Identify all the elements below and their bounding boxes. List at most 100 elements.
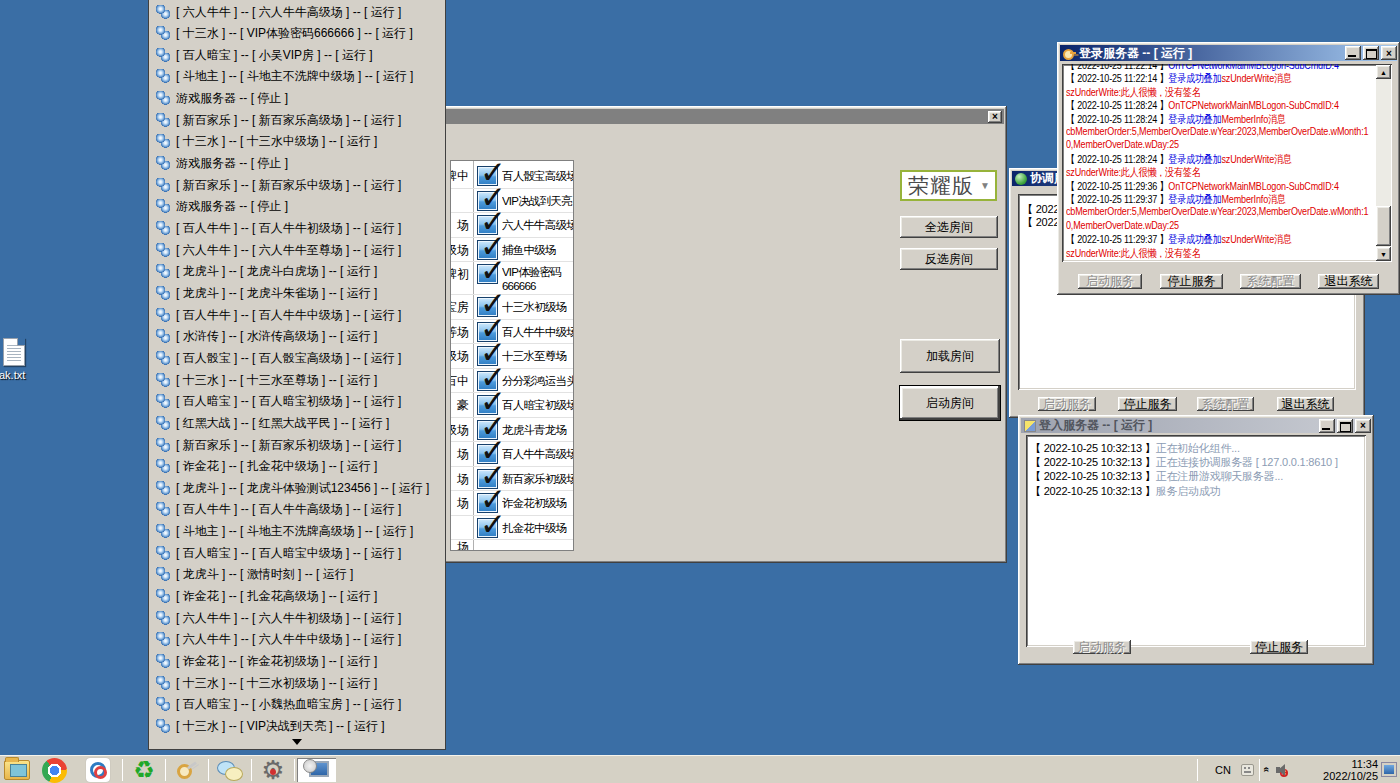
muted-speaker-icon[interactable]: ✕ (1276, 763, 1288, 777)
invert-select-button[interactable]: 反选房间 (900, 248, 998, 270)
room-list-item[interactable]: [ 诈金花 ] -- [ 扎金花中级场 ] -- [ 运行 ] (149, 456, 445, 478)
room-list-item[interactable]: [ 百人暗宝 ] -- [ 小吴VIP房 ] -- [ 运行 ] (149, 44, 445, 66)
load-rooms-button[interactable]: 加载房间 (900, 339, 1000, 373)
checkbox-row: 等场 百人牛牛中级场 (451, 320, 573, 345)
room-item-label: [ 龙虎斗 ] -- [ 龙虎斗白虎场 ] -- [ 运行 ] (176, 263, 377, 280)
room-checkbox-label: 百人牛牛中级场 (502, 325, 573, 340)
coord-system-config-button[interactable]: 系统配置 (1197, 397, 1254, 411)
room-list-item[interactable]: [ 六人牛牛 ] -- [ 六人牛牛至尊场 ] -- [ 运行 ] (149, 239, 445, 261)
scroll-down-icon[interactable] (292, 739, 302, 745)
room-list-item[interactable]: [ 龙虎斗 ] -- [ 龙虎斗白虎场 ] -- [ 运行 ] (149, 261, 445, 283)
recycle-task-icon[interactable]: ♻ (125, 758, 164, 782)
room-list-item[interactable]: [ 十三水 ] -- [ 十三水初级场 ] -- [ 运行 ] (149, 672, 445, 694)
room-list-item[interactable]: [ 十三水 ] -- [ 十三水中级场 ] -- [ 运行 ] (149, 131, 445, 153)
select-all-rooms-button[interactable]: 全选房间 (900, 216, 998, 238)
entry-log-area: 【 2022-10-25 10:32:13 】正在初始化组件...【 2022-… (1026, 435, 1366, 647)
room-checkbox-label: VIP决战到天亮 (502, 194, 573, 209)
network-monitor-icon[interactable] (1382, 763, 1396, 776)
room-list-item[interactable]: [ 红黑大战 ] -- [ 红黑大战平民 ] -- [ 运行 ] (149, 412, 445, 434)
entry-stop-service-button[interactable]: 停止服务 (1250, 640, 1308, 654)
room-status-list: [ 六人牛牛 ] -- [ 六人牛牛高级场 ] -- [ 运行 ][ 十三水 ]… (148, 0, 446, 750)
text-file-icon[interactable] (3, 338, 25, 366)
room-checkbox-label: 百人牛牛高级场 (502, 447, 573, 462)
scroll-up-icon[interactable]: ▲ (1376, 65, 1391, 79)
room-list-item[interactable]: [ 百人暗宝 ] -- [ 百人暗宝初级场 ] -- [ 运行 ] (149, 391, 445, 413)
room-list-item[interactable]: [ 六人牛牛 ] -- [ 六人牛牛高级场 ] -- [ 运行 ] (149, 1, 445, 23)
coord-start-service-button[interactable]: 启动服务 (1038, 397, 1096, 411)
room-list-item[interactable]: [ 斗地主 ] -- [ 斗地主不洗牌高级场 ] -- [ 运行 ] (149, 521, 445, 543)
minimize-icon[interactable] (1319, 419, 1335, 433)
clipped-room-label: 等场 (450, 324, 469, 341)
spheres-icon (156, 134, 171, 149)
room-list-item[interactable]: 游戏服务器 -- [ 停止 ] (149, 196, 445, 218)
gear-task-icon[interactable]: ⚙ (254, 758, 293, 782)
room-list-item[interactable]: [ 新百家乐 ] -- [ 新百家乐高级场 ] -- [ 运行 ] (149, 109, 445, 131)
server-task-button[interactable] (297, 758, 336, 782)
version-select[interactable]: 荣耀版 ▼ (900, 170, 997, 201)
folder-quicklaunch-icon[interactable] (4, 758, 30, 782)
room-list-item[interactable]: [ 水浒传 ] -- [ 水浒传高级场 ] -- [ 运行 ] (149, 326, 445, 348)
app-circles-icon[interactable] (86, 758, 112, 782)
room-list-item[interactable]: [ 百人骰宝 ] -- [ 百人骰宝高级场 ] -- [ 运行 ] (149, 347, 445, 369)
room-list-item[interactable]: [ 诈金花 ] -- [ 诈金花初级场 ] -- [ 运行 ] (149, 651, 445, 673)
coord-exit-system-button[interactable]: 退出系统 (1277, 397, 1334, 411)
room-list-item[interactable]: [ 百人暗宝 ] -- [ 百人暗宝中级场 ] -- [ 运行 ] (149, 542, 445, 564)
room-checkbox-label: 百人骰宝高级场 (502, 169, 573, 184)
room-list-item[interactable]: [ 百人牛牛 ] -- [ 百人牛牛高级场 ] -- [ 运行 ] (149, 499, 445, 521)
room-list-item[interactable]: [ 龙虎斗 ] -- [ 激情时刻 ] -- [ 运行 ] (149, 564, 445, 586)
clipped-room-label: 场 (457, 217, 469, 234)
room-list-item[interactable]: [ 百人牛牛 ] -- [ 百人牛牛中级场 ] -- [ 运行 ] (149, 304, 445, 326)
room-list-item[interactable]: [ 诈金花 ] -- [ 扎金花高级场 ] -- [ 运行 ] (149, 586, 445, 608)
room-list-item[interactable]: [ 新百家乐 ] -- [ 新百家乐初级场 ] -- [ 运行 ] (149, 434, 445, 456)
room-list-item[interactable]: 游戏服务器 -- [ 停止 ] (149, 153, 445, 175)
chevron-down-icon[interactable]: ▼ (980, 180, 995, 191)
room-list-item[interactable]: [ 龙虎斗 ] -- [ 龙虎斗朱雀场 ] -- [ 运行 ] (149, 282, 445, 304)
language-indicator[interactable]: CN (1209, 764, 1237, 776)
close-icon[interactable]: × (1381, 46, 1397, 60)
room-list-item[interactable]: [ 六人牛牛 ] -- [ 六人牛牛初级场 ] -- [ 运行 ] (149, 607, 445, 629)
login-exit-system-button[interactable]: 退出系统 (1318, 274, 1379, 289)
checkbox-row: 场百人牛牛高级场 (451, 442, 573, 467)
room-item-label: [ 十三水 ] -- [ VIP决战到天亮 ] -- [ 运行 ] (176, 718, 385, 735)
scrollbar-thumb[interactable] (1376, 206, 1391, 246)
close-icon[interactable]: × (1355, 419, 1371, 433)
close-icon[interactable]: × (988, 111, 1002, 123)
room-checkbox[interactable] (477, 264, 498, 284)
spheres-icon (156, 589, 171, 604)
coord-stop-service-button[interactable]: 停止服务 (1118, 397, 1177, 411)
checkbox-row: 牌初VIP体验密码666666 (451, 262, 573, 295)
key-task-icon[interactable] (168, 758, 207, 782)
room-list-item[interactable]: [ 十三水 ] -- [ 十三水至尊场 ] -- [ 运行 ] (149, 369, 445, 391)
room-list-item[interactable]: [ 六人牛牛 ] -- [ 六人牛牛中级场 ] -- [ 运行 ] (149, 629, 445, 651)
keyboard-icon[interactable] (1241, 764, 1254, 776)
spheres-icon (156, 264, 171, 279)
login-system-config-button[interactable]: 系统配置 (1240, 274, 1301, 289)
maximize-icon[interactable] (1337, 419, 1353, 433)
room-list-item[interactable]: [ 龙虎斗 ] -- [ 龙虎斗体验测试123456 ] -- [ 运行 ] (149, 477, 445, 499)
maximize-icon[interactable] (1363, 46, 1379, 60)
login-start-service-button[interactable]: 启动服务 (1078, 274, 1142, 289)
scroll-down-icon[interactable]: ▼ (1376, 247, 1391, 261)
room-list-item[interactable]: [ 十三水 ] -- [ VIP决战到天亮 ] -- [ 运行 ] (149, 715, 445, 737)
chat-task-icon[interactable] (211, 758, 250, 782)
start-rooms-button[interactable]: 启动房间 (900, 386, 1000, 420)
log-line: cbMemberOrder:5,MemberOverDate.wYear:202… (1066, 125, 1368, 137)
desktop-file-icon[interactable]: ak.txt (3, 338, 63, 381)
room-list-item[interactable]: [ 斗地主 ] -- [ 斗地主不洗牌中级场 ] -- [ 运行 ] (149, 66, 445, 88)
room-checkbox-label: 百人暗宝初级场 (502, 398, 573, 413)
entry-start-service-button[interactable]: 启动服务 (1073, 640, 1131, 654)
room-list-item[interactable]: 游戏服务器 -- [ 停止 ] (149, 88, 445, 110)
spheres-icon (156, 438, 171, 453)
room-list-item[interactable]: [ 新百家乐 ] -- [ 新百家乐中级场 ] -- [ 运行 ] (149, 174, 445, 196)
spheres-icon (156, 524, 171, 539)
room-item-label: [ 十三水 ] -- [ 十三水初级场 ] -- [ 运行 ] (176, 675, 377, 692)
login-stop-service-button[interactable]: 停止服务 (1160, 274, 1223, 289)
room-list-item[interactable]: [ 百人牛牛 ] -- [ 百人牛牛初级场 ] -- [ 运行 ] (149, 218, 445, 240)
tray-time: 11:34 (1323, 758, 1378, 770)
vertical-scrollbar[interactable]: ▲ ▼ (1376, 65, 1391, 261)
expand-tray-icon[interactable]: « (1262, 767, 1273, 773)
room-list-item[interactable]: [ 十三水 ] -- [ VIP体验密码666666 ] -- [ 运行 ] (149, 23, 445, 45)
chrome-icon[interactable] (42, 758, 68, 782)
room-list-item[interactable]: [ 百人暗宝 ] -- [ 小魏热血暗宝房 ] -- [ 运行 ] (149, 694, 445, 716)
minimize-icon[interactable] (1345, 46, 1361, 60)
